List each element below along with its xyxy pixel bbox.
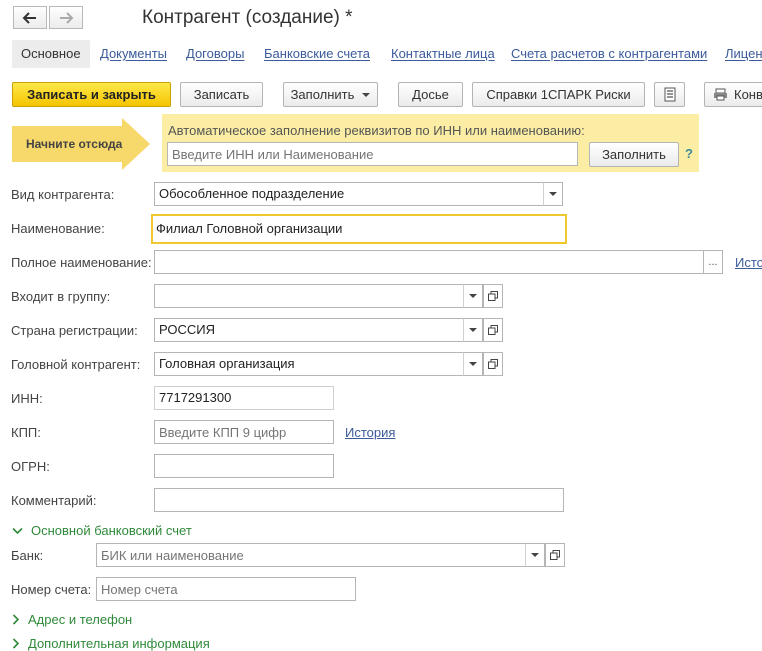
kind-label: Вид контрагента: — [11, 187, 115, 202]
group-label: Входит в группу: — [11, 289, 111, 304]
full-name-expand-button[interactable]: ... — [703, 250, 723, 274]
bank-section-title: Основной банковский счет — [31, 523, 192, 538]
group-select[interactable] — [154, 284, 464, 308]
inn-label: ИНН: — [11, 391, 43, 406]
head-select[interactable]: Головная организация — [154, 352, 464, 376]
country-label: Страна регистрации: — [11, 323, 138, 338]
chevron-right-icon — [12, 638, 20, 649]
open-window-icon — [488, 325, 498, 335]
fill-dropdown-button[interactable]: Заполнить — [283, 82, 378, 107]
dossier-button[interactable]: Досье — [398, 82, 463, 107]
chevron-down-icon — [362, 92, 371, 97]
chevron-down-icon — [531, 553, 539, 557]
inn-input[interactable]: 7717291300 — [154, 386, 334, 410]
kpp-input[interactable] — [154, 420, 334, 444]
tab-bank-accounts[interactable]: Банковские счета — [264, 40, 370, 68]
help-icon[interactable]: ? — [685, 146, 693, 161]
arrow-right-icon — [60, 11, 74, 24]
tab-main[interactable]: Основное — [12, 40, 90, 68]
chevron-down-icon — [12, 527, 23, 534]
convert-button[interactable]: Конв — [704, 82, 762, 107]
open-window-icon — [488, 291, 498, 301]
ellipsis-icon: ... — [708, 256, 718, 268]
head-dropdown[interactable] — [463, 352, 483, 376]
open-window-icon — [550, 550, 560, 560]
chevron-down-icon — [469, 362, 477, 366]
name-input[interactable]: Филиал Головной организации — [151, 214, 567, 244]
fill-dropdown-label: Заполнить — [290, 87, 355, 102]
start-here-label: Начните отсюда — [26, 137, 123, 151]
chevron-down-icon — [469, 294, 477, 298]
account-input[interactable] — [96, 577, 356, 601]
autofill-hint: Автоматическое заполнение реквизитов по … — [168, 123, 585, 138]
ogrn-label: ОГРН: — [11, 459, 50, 474]
full-name-input[interactable] — [154, 250, 704, 274]
head-open-button[interactable] — [483, 352, 503, 376]
name-label: Наименование: — [11, 221, 105, 236]
chevron-down-icon — [469, 328, 477, 332]
save-and-close-button[interactable]: Записать и закрыть — [12, 82, 171, 107]
bank-label: Банк: — [11, 548, 44, 563]
arrow-left-icon — [22, 11, 36, 24]
additional-section-title: Дополнительная информация — [28, 636, 210, 651]
convert-label: Конв — [734, 87, 762, 102]
save-button[interactable]: Записать — [180, 82, 263, 107]
kind-select[interactable]: Обособленное подразделение — [154, 182, 544, 206]
country-open-button[interactable] — [483, 318, 503, 342]
full-name-history-link[interactable]: Исто — [735, 255, 762, 270]
autofill-button[interactable]: Заполнить — [589, 142, 679, 167]
head-label: Головной контрагент: — [11, 357, 141, 372]
inn-search-input[interactable] — [167, 142, 578, 166]
additional-section-header[interactable]: Дополнительная информация — [12, 636, 210, 651]
forward-button[interactable] — [49, 6, 83, 29]
full-name-label: Полное наименование: — [11, 255, 152, 270]
report-button[interactable] — [654, 82, 685, 107]
bank-dropdown[interactable] — [525, 543, 545, 567]
bank-open-button[interactable] — [545, 543, 565, 567]
open-window-icon — [488, 359, 498, 369]
printer-icon — [714, 88, 727, 101]
chevron-down-icon — [549, 192, 557, 196]
account-label: Номер счета: — [11, 582, 92, 597]
chevron-right-icon — [12, 614, 20, 625]
comment-input[interactable] — [154, 488, 564, 512]
spark-risks-button[interactable]: Справки 1СПАРК Риски — [472, 82, 645, 107]
tab-contacts[interactable]: Контактные лица — [391, 40, 495, 68]
group-dropdown[interactable] — [463, 284, 483, 308]
comment-label: Комментарий: — [11, 493, 97, 508]
document-list-icon — [664, 87, 675, 102]
country-select[interactable]: РОССИЯ — [154, 318, 464, 342]
country-dropdown[interactable] — [463, 318, 483, 342]
tab-licenses[interactable]: Лицен — [725, 40, 762, 68]
address-section-title: Адрес и телефон — [28, 612, 133, 627]
kpp-history-link[interactable]: История — [345, 425, 395, 440]
tab-documents[interactable]: Документы — [100, 40, 167, 68]
kpp-label: КПП: — [11, 425, 41, 440]
ogrn-input[interactable] — [154, 454, 334, 478]
tab-contracts[interactable]: Договоры — [186, 40, 244, 68]
page-title: Контрагент (создание) * — [142, 7, 353, 28]
group-open-button[interactable] — [483, 284, 503, 308]
address-section-header[interactable]: Адрес и телефон — [12, 612, 132, 627]
tab-settlement-accounts[interactable]: Счета расчетов с контрагентами — [511, 40, 707, 68]
kind-dropdown[interactable] — [543, 182, 563, 206]
back-button[interactable] — [13, 6, 47, 29]
bank-input[interactable] — [96, 543, 526, 567]
bank-section-header[interactable]: Основной банковский счет — [12, 523, 192, 538]
